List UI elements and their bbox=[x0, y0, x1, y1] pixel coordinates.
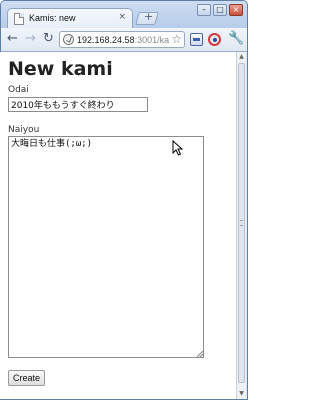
textarea-resize-grip-icon[interactable] bbox=[197, 351, 203, 357]
title-bar: Kamis: new × + – □ × bbox=[1, 1, 247, 29]
page-viewport: New kami Odai Naiyou 大晦日も仕事(;ω;) Create bbox=[0, 52, 236, 399]
extension-toolbar-icon[interactable] bbox=[190, 33, 203, 46]
url-text[interactable]: 192.168.24.58:3001/kamis/new bbox=[77, 34, 169, 46]
page-info-icon[interactable] bbox=[63, 34, 74, 45]
url-host: 192.168.24.58 bbox=[77, 35, 135, 45]
naiyou-label: Naiyou bbox=[8, 125, 40, 135]
mouse-cursor-icon bbox=[172, 140, 184, 156]
scroll-thumb[interactable] bbox=[238, 63, 245, 383]
tab-kamis-new[interactable]: Kamis: new × bbox=[7, 8, 133, 29]
bookmark-star-icon[interactable]: ☆ bbox=[171, 32, 182, 46]
page-title: New kami bbox=[8, 58, 113, 80]
page-favicon-icon bbox=[14, 13, 24, 25]
odai-label: Odai bbox=[8, 85, 29, 95]
close-window-button[interactable]: × bbox=[229, 4, 243, 16]
naiyou-textarea[interactable]: 大晦日も仕事(;ω;) bbox=[8, 136, 204, 358]
vertical-scrollbar[interactable]: ▲ ▼ bbox=[236, 52, 246, 399]
create-button[interactable]: Create bbox=[8, 370, 45, 386]
tab-title: Kamis: new bbox=[29, 13, 76, 23]
wrench-menu-icon[interactable]: 🔧 bbox=[228, 31, 244, 46]
url-path: :3001/kamis/new bbox=[134, 35, 169, 45]
address-bar[interactable]: 192.168.24.58:3001/kamis/new ☆ bbox=[59, 31, 185, 48]
forward-arrow-icon[interactable]: → bbox=[25, 32, 36, 46]
scroll-grip-icon bbox=[240, 220, 243, 226]
maximize-button[interactable]: □ bbox=[213, 4, 227, 16]
new-tab-plus-icon[interactable]: + bbox=[144, 10, 153, 23]
reload-icon[interactable]: ↻ bbox=[43, 32, 54, 46]
scroll-down-icon[interactable]: ▼ bbox=[237, 389, 246, 399]
minimize-button[interactable]: – bbox=[197, 4, 211, 16]
odai-input[interactable] bbox=[8, 97, 148, 112]
tab-close-icon[interactable]: × bbox=[118, 12, 126, 22]
back-arrow-icon[interactable]: ← bbox=[7, 32, 18, 46]
extension-blocker-icon[interactable] bbox=[208, 33, 221, 46]
scroll-up-icon[interactable]: ▲ bbox=[237, 52, 246, 62]
browser-toolbar: ← → ↻ 192.168.24.58:3001/kamis/new ☆ 🔧 bbox=[1, 28, 247, 52]
